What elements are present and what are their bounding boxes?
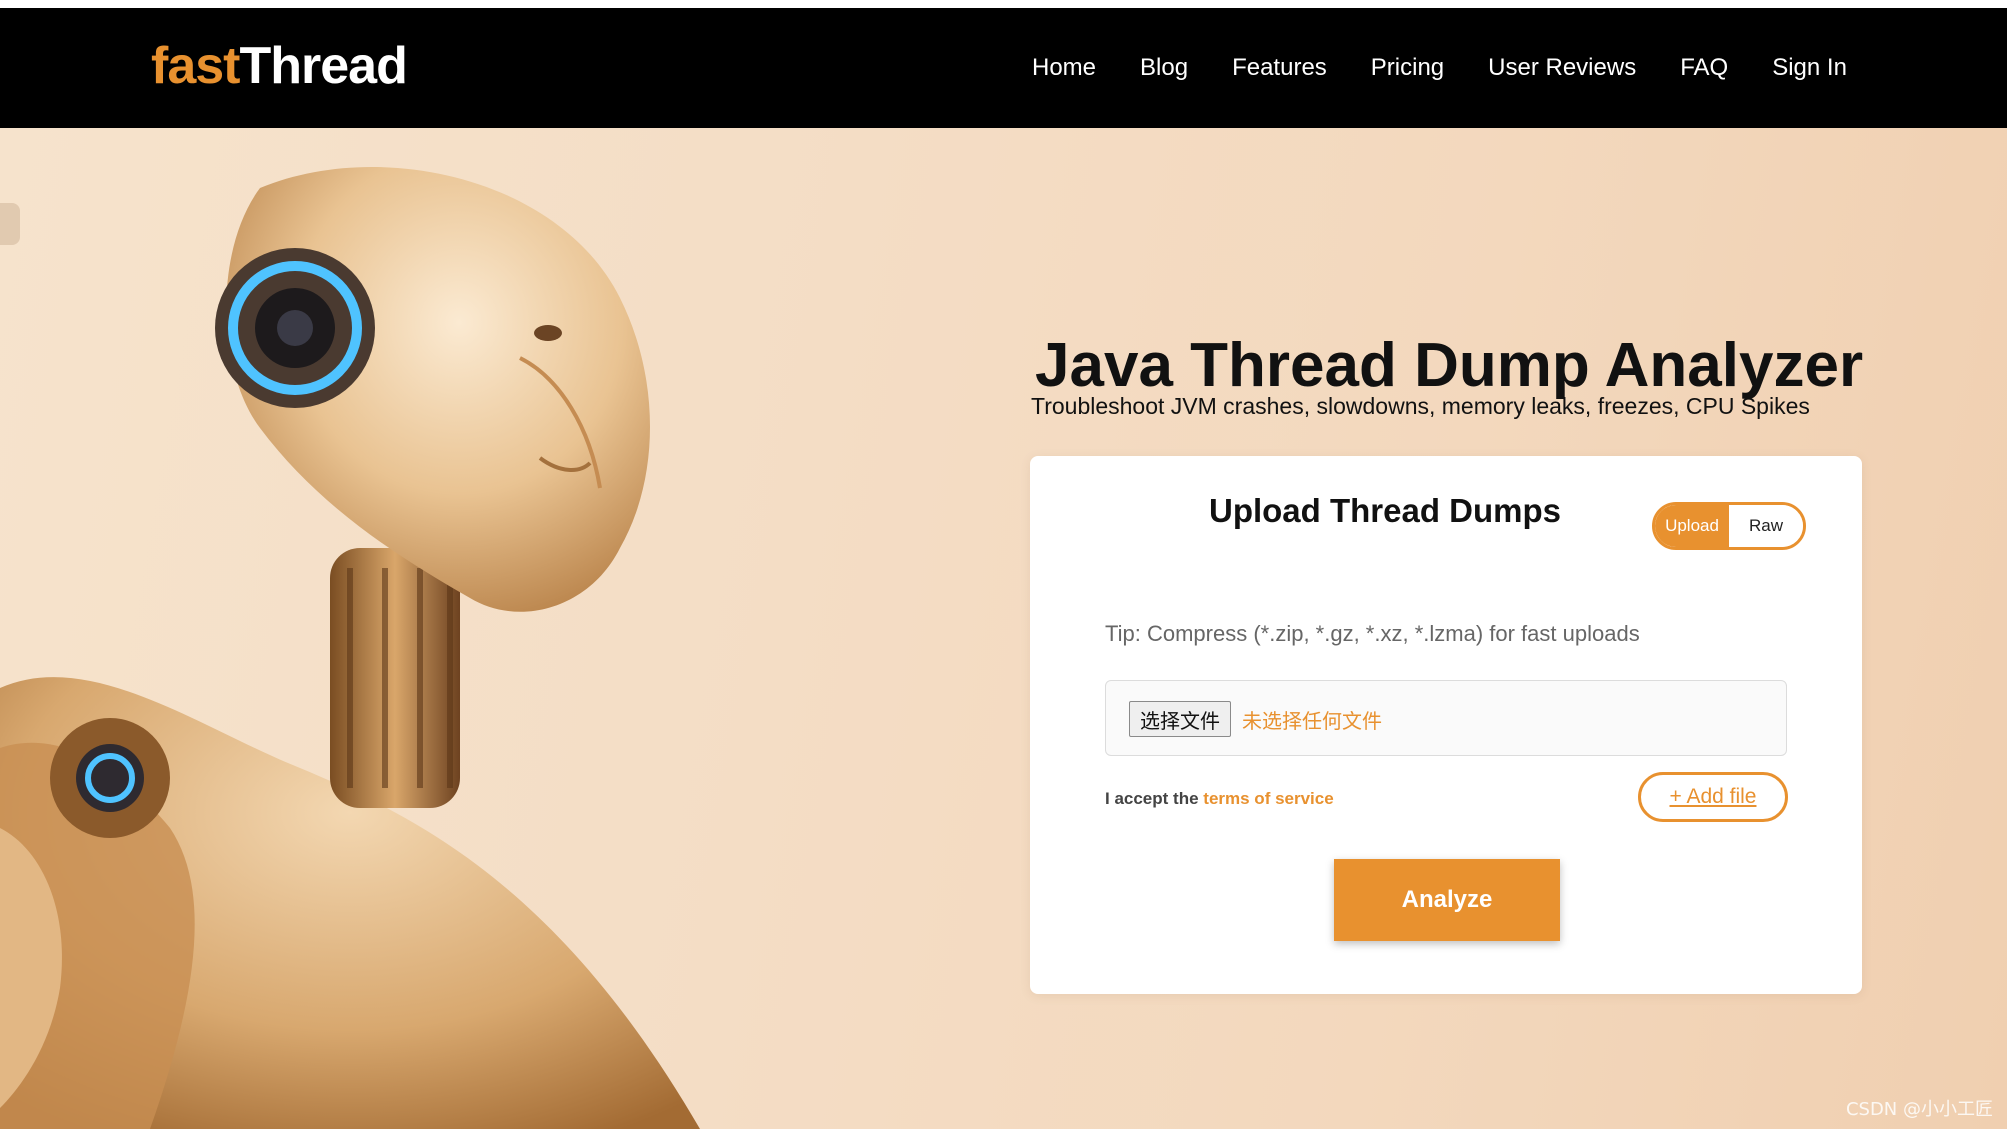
logo[interactable]: fastThread: [151, 36, 408, 96]
nav-user-reviews[interactable]: User Reviews: [1466, 54, 1658, 82]
nav-pricing[interactable]: Pricing: [1349, 54, 1466, 82]
hero-section: Java Thread Dump Analyzer Troubleshoot J…: [0, 128, 2007, 1129]
main-nav: Home Blog Features Pricing User Reviews …: [1010, 8, 1869, 128]
terms-link[interactable]: terms of service: [1203, 789, 1333, 808]
terms-prefix: I accept the: [1105, 789, 1199, 808]
upload-mode-toggle: Upload Raw: [1652, 502, 1806, 550]
upload-card-title: Upload Thread Dumps: [1208, 492, 1562, 529]
toggle-upload[interactable]: Upload: [1655, 505, 1729, 547]
top-strip: [0, 0, 2007, 8]
page-title: Java Thread Dump Analyzer: [1035, 330, 1864, 400]
nav-faq[interactable]: FAQ: [1658, 54, 1750, 82]
nav-home[interactable]: Home: [1010, 54, 1118, 82]
toggle-raw[interactable]: Raw: [1729, 505, 1803, 547]
page-subtitle: Troubleshoot JVM crashes, slowdowns, mem…: [1031, 393, 1810, 419]
watermark: CSDN @小小工匠: [1845, 1099, 1993, 1120]
upload-card: Upload Thread Dumps Upload Raw Tip: Comp…: [1030, 456, 1862, 994]
nav-blog[interactable]: Blog: [1118, 54, 1210, 82]
nav-features[interactable]: Features: [1210, 54, 1349, 82]
navbar: fastThread Home Blog Features Pricing Us…: [0, 8, 2007, 128]
analyze-button[interactable]: Analyze: [1334, 859, 1560, 941]
choose-file-button[interactable]: 选择文件: [1129, 701, 1231, 737]
robot-illustration: [0, 166, 700, 1129]
logo-thread: Thread: [239, 37, 407, 95]
terms-row: I accept the terms of service: [1105, 789, 1334, 809]
file-input-box: 选择文件 未选择任何文件: [1105, 680, 1787, 756]
upload-tip: Tip: Compress (*.zip, *.gz, *.xz, *.lzma…: [1105, 621, 1640, 646]
nav-sign-in[interactable]: Sign In: [1750, 54, 1869, 82]
add-file-button[interactable]: + Add file: [1638, 772, 1788, 822]
logo-fast: fast: [151, 37, 240, 95]
file-status-text: 未选择任何文件: [1242, 709, 1382, 733]
